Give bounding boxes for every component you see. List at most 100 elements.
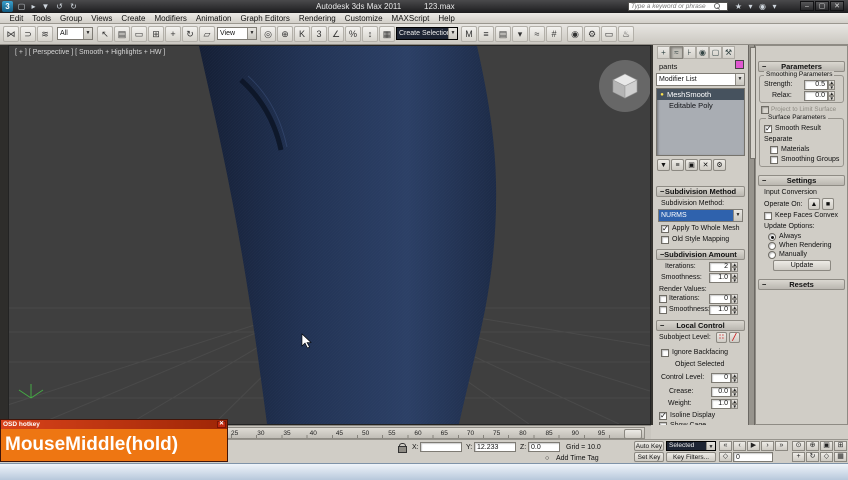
- snaps-toggle-icon[interactable]: 3: [311, 26, 327, 42]
- spin-down-icon[interactable]: [731, 267, 738, 272]
- operate-on-polygons-icon[interactable]: ■: [822, 198, 834, 210]
- menu-edit[interactable]: Edit: [5, 14, 28, 23]
- menu-create[interactable]: Create: [117, 14, 150, 23]
- materials-checkbox[interactable]: [770, 146, 778, 154]
- rollout-subdivision-amount[interactable]: Subdivision Amount: [656, 249, 745, 260]
- tab-motion-icon[interactable]: ◉: [696, 46, 709, 59]
- configure-modifier-sets-icon[interactable]: ⚙: [713, 159, 726, 171]
- close-button[interactable]: ✕: [830, 1, 844, 11]
- auto-key-button[interactable]: Auto Key: [634, 441, 664, 451]
- reference-coordinate-dropdown[interactable]: View: [217, 27, 257, 40]
- spin-down-icon[interactable]: [731, 299, 738, 304]
- curve-editor-icon[interactable]: ≈: [529, 26, 545, 42]
- layer-manager-icon[interactable]: ▤: [495, 26, 511, 42]
- keep-faces-convex-checkbox[interactable]: [764, 212, 772, 220]
- collapse-icon[interactable]: [660, 321, 664, 330]
- percent-snap-icon[interactable]: %: [345, 26, 361, 42]
- graphite-ribbon-icon[interactable]: ▾: [512, 26, 528, 42]
- render-setup-icon[interactable]: ⚙: [584, 26, 600, 42]
- command-panel-scrollbar[interactable]: [749, 45, 756, 425]
- rollout-resets[interactable]: Resets: [758, 279, 845, 290]
- spin-down-icon[interactable]: [731, 392, 738, 397]
- angle-snap-icon[interactable]: ∠: [328, 26, 344, 42]
- previous-frame-icon[interactable]: ‹: [733, 441, 746, 451]
- selection-filter-dropdown[interactable]: All: [57, 27, 93, 40]
- modifier-stack[interactable]: ● MeshSmooth Editable Poly: [656, 88, 745, 156]
- selection-set-dropdown[interactable]: Selected: [666, 441, 716, 451]
- current-frame-field[interactable]: [733, 452, 773, 462]
- window-crossing-icon[interactable]: ⊞: [148, 26, 164, 42]
- osd-close-icon[interactable]: ✕: [217, 421, 226, 428]
- smoothing-groups-checkbox[interactable]: [770, 156, 778, 164]
- select-and-link-icon[interactable]: ⋈: [3, 26, 19, 42]
- menu-tools[interactable]: Tools: [28, 14, 56, 23]
- infocenter-menu-icon[interactable]: ▾: [745, 1, 756, 12]
- modifier-list-dropdown[interactable]: Modifier List: [656, 73, 745, 86]
- selection-region-icon[interactable]: ▭: [131, 26, 147, 42]
- key-filters-button[interactable]: Key Filters...: [666, 452, 716, 462]
- render-iterations-spinner[interactable]: 0: [709, 294, 738, 304]
- rendered-frame-window-icon[interactable]: ▭: [601, 26, 617, 42]
- collapse-icon[interactable]: [762, 280, 766, 289]
- named-selection-dropdown[interactable]: Create Selection Se: [396, 27, 458, 40]
- menu-graph-editors[interactable]: Graph Editors: [236, 14, 294, 23]
- go-to-start-icon[interactable]: «: [719, 441, 732, 451]
- menu-rendering[interactable]: Rendering: [294, 14, 340, 23]
- new-file-icon[interactable]: ▢: [16, 1, 27, 12]
- restore-button[interactable]: ▢: [815, 1, 829, 11]
- rollout-local-control[interactable]: Local Control: [656, 320, 745, 331]
- redo-icon[interactable]: ↻: [68, 1, 79, 12]
- pan-view-icon[interactable]: +: [792, 452, 805, 462]
- schematic-view-icon[interactable]: #: [546, 26, 562, 42]
- dropdown-arrow-icon[interactable]: [448, 28, 457, 39]
- update-when-rendering-radio[interactable]: [768, 242, 776, 250]
- menu-group[interactable]: Group: [55, 14, 86, 23]
- x-coord-field[interactable]: [420, 442, 462, 452]
- menu-views[interactable]: Views: [87, 14, 117, 23]
- remove-modifier-icon[interactable]: ✕: [699, 159, 712, 171]
- favorites-star-icon[interactable]: ★: [733, 1, 744, 12]
- collapse-icon[interactable]: [660, 250, 664, 259]
- viewcube[interactable]: [599, 60, 650, 112]
- align-icon[interactable]: ≡: [478, 26, 494, 42]
- ignore-backfacing-checkbox[interactable]: [661, 349, 669, 357]
- render-production-icon[interactable]: ♨: [618, 26, 634, 42]
- open-file-icon[interactable]: ▸: [28, 1, 39, 12]
- tab-display-icon[interactable]: ▢: [709, 46, 722, 59]
- spinner-snap-icon[interactable]: ↕: [362, 26, 378, 42]
- dropdown-arrow-icon[interactable]: [83, 28, 92, 39]
- orbit-view-icon[interactable]: ↻: [806, 452, 819, 462]
- zoom-extents-icon[interactable]: ▣: [820, 441, 833, 451]
- save-file-icon[interactable]: ▼: [40, 1, 51, 12]
- material-editor-icon[interactable]: ◉: [567, 26, 583, 42]
- spin-down-icon[interactable]: [731, 378, 738, 383]
- select-and-scale-icon[interactable]: ▱: [199, 26, 215, 42]
- set-key-button[interactable]: Set Key: [634, 452, 664, 462]
- dropdown-arrow-icon[interactable]: [706, 442, 715, 450]
- make-unique-icon[interactable]: ▣: [685, 159, 698, 171]
- apply-to-whole-mesh-checkbox[interactable]: [661, 224, 669, 233]
- search-input[interactable]: [629, 3, 713, 10]
- spin-down-icon[interactable]: [828, 96, 835, 101]
- select-and-move-icon[interactable]: +: [165, 26, 181, 42]
- maximize-viewport-icon[interactable]: ▦: [834, 452, 847, 462]
- update-button[interactable]: Update: [773, 260, 831, 271]
- select-and-rotate-icon[interactable]: ↻: [182, 26, 198, 42]
- menu-maxscript[interactable]: MAXScript: [387, 14, 434, 23]
- menu-help[interactable]: Help: [434, 14, 459, 23]
- tab-hierarchy-icon[interactable]: ⊦: [683, 46, 696, 59]
- project-limit-surface-checkbox[interactable]: [761, 106, 769, 114]
- isoline-display-checkbox[interactable]: [659, 411, 667, 420]
- z-coord-field[interactable]: [528, 442, 560, 452]
- viewport-label[interactable]: [ + ] [ Perspective ] [ Smooth + Highlig…: [15, 49, 165, 56]
- stack-item-meshsmooth[interactable]: ● MeshSmooth: [657, 89, 744, 100]
- strength-spinner[interactable]: 0.5: [804, 80, 835, 90]
- next-frame-icon[interactable]: ›: [761, 441, 774, 451]
- use-pivot-center-icon[interactable]: ◎: [260, 26, 276, 42]
- weight-spinner[interactable]: 1.0: [711, 399, 738, 409]
- go-to-end-icon[interactable]: »: [775, 441, 788, 451]
- selection-lock-icon[interactable]: [396, 442, 407, 453]
- spin-down-icon[interactable]: [731, 404, 738, 409]
- field-of-view-icon[interactable]: ◇: [820, 452, 833, 462]
- app-icon[interactable]: 3: [2, 1, 13, 12]
